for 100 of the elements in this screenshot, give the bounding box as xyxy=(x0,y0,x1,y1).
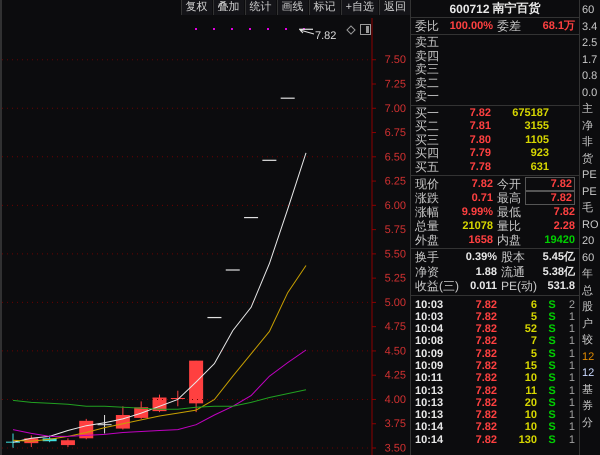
axis-label: 6.50 xyxy=(384,151,406,164)
trade-price: 7.82 xyxy=(474,384,497,397)
trade-count: 1 xyxy=(568,409,575,422)
toolbar-button[interactable]: 统计 xyxy=(244,0,276,15)
candlestick xyxy=(60,438,75,448)
trade-time: 10:14 xyxy=(415,434,444,446)
bid-volume: 631 xyxy=(530,160,549,174)
trade-time: 10:08 xyxy=(415,335,444,348)
trade-side: S xyxy=(547,421,557,434)
axis-label: 7.00 xyxy=(384,102,406,115)
side-text: 户 xyxy=(582,316,593,332)
field-label: PE(动) xyxy=(501,279,537,294)
bid-price: 7.80 xyxy=(468,134,491,147)
diamond-icon[interactable] xyxy=(346,25,356,35)
trade-side: S xyxy=(547,335,557,348)
field-value: 1.88 xyxy=(474,264,497,279)
side-text: 分 xyxy=(582,416,593,430)
field-value: 19420 xyxy=(543,233,575,247)
toolbar-button[interactable]: 复权 xyxy=(180,0,212,15)
trade-count: 1 xyxy=(568,396,575,410)
trade-side: S xyxy=(547,323,557,336)
candlestick xyxy=(42,434,57,443)
side-text: 60 xyxy=(582,250,594,266)
side-text: PE xyxy=(582,168,597,183)
candlestick xyxy=(116,406,130,430)
bid-volume: 3155 xyxy=(524,120,549,134)
trade-price: 7.82 xyxy=(474,348,497,360)
trade-count: 1 xyxy=(568,335,575,348)
trade-volume: 10 xyxy=(524,409,537,422)
axis-label: 4.00 xyxy=(384,394,406,406)
panel-toggle-icon[interactable] xyxy=(360,24,371,35)
side-text: 0.8 xyxy=(582,69,598,84)
trade-time: 10:09 xyxy=(415,348,444,360)
axis-label: 5.25 xyxy=(384,272,406,285)
bid-volume: 1105 xyxy=(524,134,549,147)
bid-volume: 923 xyxy=(530,147,549,160)
trade-time: 10:14 xyxy=(415,421,444,434)
field-label: 净资 xyxy=(415,264,440,279)
trade-time: 10:09 xyxy=(415,360,444,372)
side-text: 12 xyxy=(582,350,594,364)
trade-volume: 15 xyxy=(524,360,537,372)
trade-count: 1 xyxy=(568,372,575,385)
field-value: 1658 xyxy=(468,233,493,247)
toolbar-button[interactable]: 返回 xyxy=(379,0,410,15)
trade-side: S xyxy=(547,409,557,422)
candlestick xyxy=(97,414,112,434)
trade-count: 1 xyxy=(568,348,575,360)
trade-side: S xyxy=(547,396,557,410)
axis-label: 6.75 xyxy=(384,127,406,140)
bid-label: 买三 xyxy=(415,134,440,147)
side-text: 1.7 xyxy=(582,52,598,68)
trade-volume: 52 xyxy=(524,323,537,336)
field-value: 0.39% xyxy=(464,250,497,264)
trade-side: S xyxy=(547,298,557,311)
axis-label: 6.00 xyxy=(384,200,406,212)
side-text: 主 xyxy=(582,102,593,117)
ask-label: 卖二 xyxy=(415,76,440,90)
trade-price: 7.82 xyxy=(474,310,497,324)
side-text: 较 xyxy=(582,333,593,348)
trade-price: 7.82 xyxy=(474,409,497,422)
field-label: 外盘 xyxy=(415,233,439,247)
trade-side: S xyxy=(547,310,557,324)
side-text: 基 xyxy=(582,382,593,398)
field-value: 5.38亿 xyxy=(542,264,575,279)
toolbar-button[interactable]: 叠加 xyxy=(212,0,244,15)
field-value: 21078 xyxy=(461,219,493,233)
field-value: 7.82 xyxy=(550,178,572,190)
trade-count: 1 xyxy=(568,384,575,397)
trade-price: 7.82 xyxy=(474,360,497,372)
candlestick xyxy=(189,360,204,413)
trade-volume: 10 xyxy=(524,372,537,385)
field-value: 7.82 xyxy=(550,192,572,204)
side-text: 货 xyxy=(582,152,593,166)
toolbar-button[interactable]: 画线 xyxy=(276,0,308,15)
field-label: 最高 xyxy=(497,191,521,205)
side-text: PE xyxy=(582,184,597,200)
side-text: 年 xyxy=(582,267,593,282)
field-label: 今开 xyxy=(497,177,521,191)
axis-label: 4.25 xyxy=(384,370,406,382)
ask-label: 卖五 xyxy=(415,36,440,50)
field-value: 0.011 xyxy=(469,279,497,294)
field-value: 7.82 xyxy=(552,205,575,219)
trade-count: 2 xyxy=(568,298,575,311)
trade-side: S xyxy=(547,384,557,397)
toolbar-button[interactable]: +自选 xyxy=(340,0,378,15)
field-value: 0.71 xyxy=(470,191,493,205)
trade-side: S xyxy=(547,348,557,360)
candlestick xyxy=(134,400,148,420)
trade-volume: 5 xyxy=(530,310,537,324)
side-text: 券 xyxy=(582,399,593,414)
candlestick xyxy=(170,390,186,407)
toolbar-button[interactable]: 标记 xyxy=(308,0,340,15)
axis-label: 7.50 xyxy=(384,54,406,66)
trade-price: 7.82 xyxy=(474,421,497,434)
trade-count: 1 xyxy=(568,434,575,446)
field-label: 内盘 xyxy=(497,233,521,247)
trade-count: 1 xyxy=(568,360,575,372)
bid-price: 7.78 xyxy=(468,160,491,174)
trade-time: 10:11 xyxy=(415,372,444,385)
stock-name: 南宁百货 xyxy=(492,0,541,17)
